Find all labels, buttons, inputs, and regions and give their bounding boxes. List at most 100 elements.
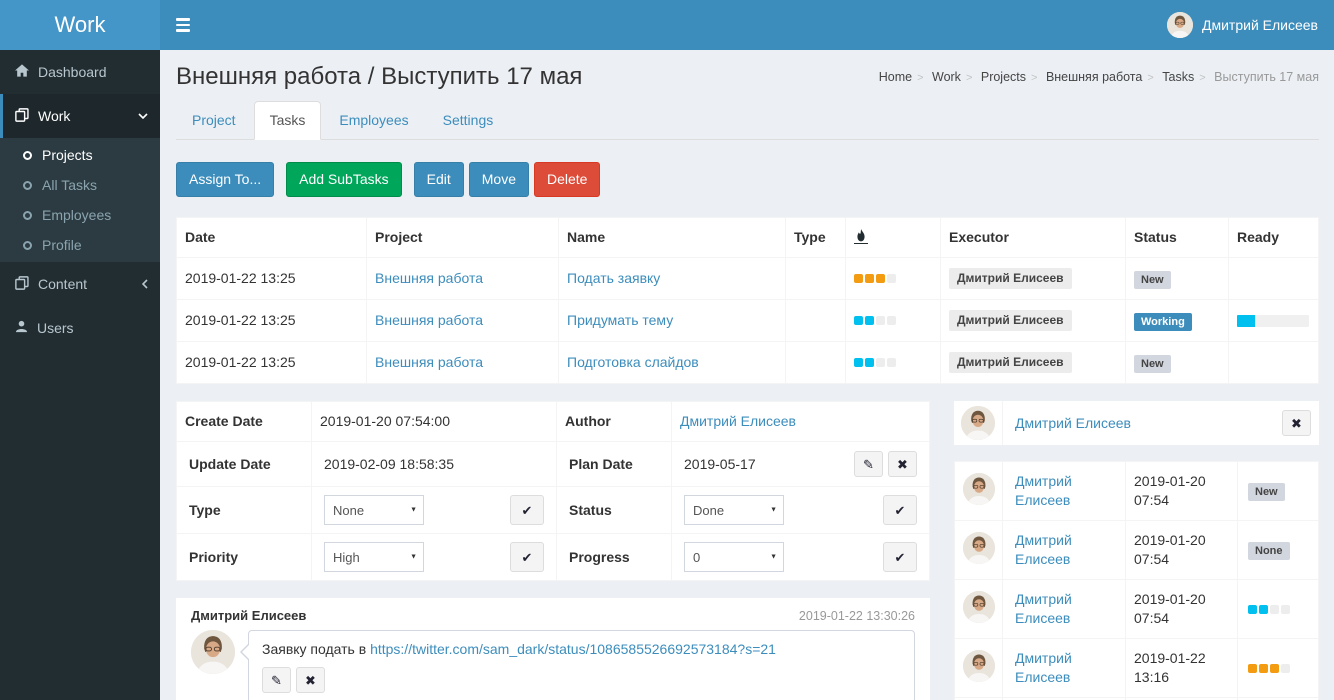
priority-indicator bbox=[854, 316, 896, 325]
sidebar-item-profile[interactable]: Profile bbox=[0, 230, 160, 260]
comment-link[interactable]: https://twitter.com/sam_dark/status/1086… bbox=[370, 641, 776, 657]
check-icon: ✔ bbox=[522, 551, 533, 564]
progress-select[interactable]: 0 bbox=[684, 542, 784, 572]
project-link[interactable]: Внешняя работа bbox=[375, 354, 483, 370]
breadcrumb-link-tasks[interactable]: Tasks bbox=[1162, 70, 1194, 84]
breadcrumb-current: Выступить 17 мая bbox=[1214, 70, 1319, 84]
col-date: Date bbox=[177, 218, 367, 258]
breadcrumb-link-project[interactable]: Внешняя работа bbox=[1046, 70, 1142, 84]
executor-badge: Дмитрий Елисеев bbox=[949, 310, 1072, 331]
breadcrumb-link-work[interactable]: Work bbox=[932, 70, 961, 84]
plan-date-value: 2019-05-17 bbox=[684, 455, 756, 474]
task-type bbox=[786, 342, 846, 384]
comment: Дмитрий Елисеев 2019-01-22 13:30:26 Заяв… bbox=[176, 598, 930, 700]
tab-project[interactable]: Project bbox=[176, 101, 252, 140]
priority-select[interactable]: High bbox=[324, 542, 424, 572]
move-button[interactable]: Move bbox=[469, 162, 529, 197]
history-avatar bbox=[963, 650, 995, 682]
sidebar-item-dashboard[interactable]: Dashboard bbox=[0, 50, 160, 94]
col-status: Status bbox=[1126, 218, 1229, 258]
user-name: Дмитрий Елисеев bbox=[1202, 17, 1318, 33]
status-select[interactable]: Done bbox=[684, 495, 784, 525]
executor-badge: Дмитрий Елисеев bbox=[949, 352, 1072, 373]
save-priority-button[interactable]: ✔ bbox=[510, 542, 544, 572]
clear-plan-date-button[interactable]: ✖ bbox=[888, 451, 917, 477]
sidebar-item-work[interactable]: Work bbox=[0, 94, 160, 138]
circle-icon bbox=[23, 151, 32, 160]
remove-executor-button[interactable]: ✖ bbox=[1282, 410, 1311, 436]
task-name-link[interactable]: Придумать тему bbox=[567, 312, 673, 328]
sidebar-item-content[interactable]: Content bbox=[0, 262, 160, 306]
create-date-value: 2019-01-20 07:54:00 bbox=[312, 402, 557, 442]
sidebar-item-all-tasks[interactable]: All Tasks bbox=[0, 170, 160, 200]
close-icon: ✖ bbox=[1291, 417, 1302, 430]
delete-button[interactable]: Delete bbox=[534, 162, 600, 197]
user-menu[interactable]: Дмитрий Елисеев bbox=[1151, 0, 1334, 50]
sidebar-item-employees[interactable]: Employees bbox=[0, 200, 160, 230]
assign-to-button[interactable]: Assign To... bbox=[176, 162, 274, 197]
priority-sort-link[interactable] bbox=[854, 229, 868, 244]
top-navbar: Work Дмитрий Елисеев bbox=[0, 0, 1334, 50]
save-progress-button[interactable]: ✔ bbox=[883, 542, 917, 572]
save-type-button[interactable]: ✔ bbox=[510, 495, 544, 525]
task-type bbox=[786, 258, 846, 300]
copy-icon bbox=[15, 108, 29, 125]
circle-icon bbox=[23, 241, 32, 250]
user-icon bbox=[15, 320, 28, 336]
task-details-table: Create Date 2019-01-20 07:54:00 Author Д… bbox=[176, 401, 930, 581]
history-user-link[interactable]: Дмитрий Елисеев bbox=[1015, 473, 1072, 508]
col-ready: Ready bbox=[1229, 218, 1319, 258]
edit-plan-date-button[interactable]: ✎ bbox=[854, 451, 883, 477]
author-label: Author bbox=[557, 402, 672, 442]
sidebar-toggle-button[interactable] bbox=[160, 0, 206, 50]
toolbar: Assign To... Add SubTasks Edit Move Dele… bbox=[176, 162, 1319, 197]
tab-settings[interactable]: Settings bbox=[427, 101, 510, 140]
executor-link[interactable]: Дмитрий Елисеев bbox=[1003, 415, 1282, 431]
breadcrumb-link-home[interactable]: Home bbox=[879, 70, 912, 84]
breadcrumb-link-projects[interactable]: Projects bbox=[981, 70, 1026, 84]
update-date-label: Update Date bbox=[177, 442, 312, 487]
history-date: 2019-01-22 13:16 bbox=[1126, 639, 1238, 698]
project-link[interactable]: Внешняя работа bbox=[375, 270, 483, 286]
history-date: 2019-01-20 07:54 bbox=[1126, 462, 1238, 521]
history-user-link[interactable]: Дмитрий Елисеев bbox=[1015, 532, 1072, 567]
page-title: Внешняя работа / Выступить 17 мая bbox=[176, 60, 582, 93]
history-row: Дмитрий Елисеев 2019-01-22 13:16 bbox=[955, 639, 1319, 698]
circle-icon bbox=[23, 211, 32, 220]
save-status-button[interactable]: ✔ bbox=[883, 495, 917, 525]
tab-bar: Project Tasks Employees Settings bbox=[176, 101, 1319, 140]
edit-comment-button[interactable]: ✎ bbox=[262, 667, 291, 693]
comment-bubble: Заявку подать в https://twitter.com/sam_… bbox=[248, 630, 915, 700]
task-name-link[interactable]: Подготовка слайдов bbox=[567, 354, 699, 370]
pencil-icon: ✎ bbox=[271, 674, 282, 687]
delete-comment-button[interactable]: ✖ bbox=[296, 667, 325, 693]
sidebar-item-users[interactable]: Users bbox=[0, 306, 160, 350]
history-avatar bbox=[963, 473, 995, 505]
priority-indicator bbox=[1248, 605, 1290, 614]
history-user-link[interactable]: Дмитрий Елисеев bbox=[1015, 591, 1072, 626]
tab-employees[interactable]: Employees bbox=[323, 101, 424, 140]
comment-text: Заявку подать в bbox=[262, 641, 370, 657]
add-subtasks-button[interactable]: Add SubTasks bbox=[286, 162, 402, 197]
edit-button[interactable]: Edit bbox=[414, 162, 464, 197]
author-link[interactable]: Дмитрий Елисеев bbox=[680, 413, 796, 429]
status-badge: None bbox=[1248, 542, 1290, 560]
task-date: 2019-01-22 13:25 bbox=[177, 342, 367, 384]
col-executor: Executor bbox=[941, 218, 1126, 258]
priority-indicator bbox=[1248, 664, 1290, 673]
tab-tasks[interactable]: Tasks bbox=[254, 101, 322, 140]
type-select[interactable]: None bbox=[324, 495, 424, 525]
history-avatar bbox=[963, 532, 995, 564]
project-link[interactable]: Внешняя работа bbox=[375, 312, 483, 328]
work-submenu: Projects All Tasks Employees Profile bbox=[0, 138, 160, 262]
history-user-link[interactable]: Дмитрий Елисеев bbox=[1015, 650, 1072, 685]
copy-icon bbox=[15, 276, 29, 293]
tasks-table-header-row: Date Project Name Type Executor Status R… bbox=[177, 218, 1319, 258]
plan-date-label: Plan Date bbox=[557, 442, 672, 487]
sidebar-item-projects[interactable]: Projects bbox=[0, 140, 160, 170]
status-label: Status bbox=[557, 487, 672, 534]
task-date: 2019-01-22 13:25 bbox=[177, 300, 367, 342]
executor-badge: Дмитрий Елисеев bbox=[949, 268, 1072, 289]
app-logo[interactable]: Work bbox=[0, 0, 160, 50]
task-name-link[interactable]: Подать заявку bbox=[567, 270, 660, 286]
